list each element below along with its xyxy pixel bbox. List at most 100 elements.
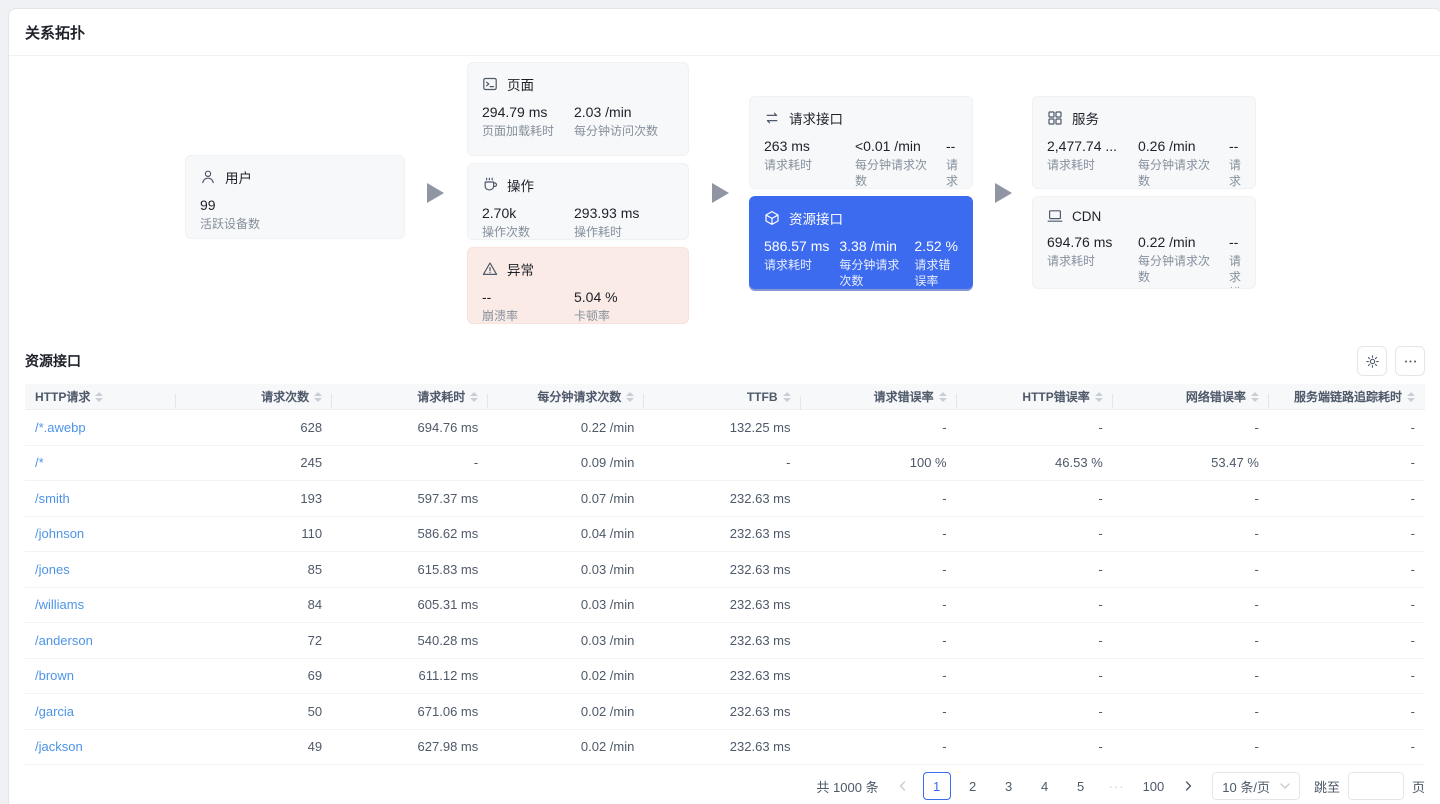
topology-graph: 用户 99 活跃设备数 页面 294.79 ms 页面加载耗时 2.03 /mi…: [9, 56, 1440, 338]
page-number-4[interactable]: 4: [1031, 772, 1059, 800]
column-header-4[interactable]: 每分钟请求次数: [488, 388, 645, 408]
page-unit-label: 页: [1411, 779, 1425, 795]
table-cell: 85: [307, 561, 323, 577]
page-number-3[interactable]: 3: [995, 772, 1023, 800]
http-request-link[interactable]: /anderson: [35, 633, 93, 648]
metric-value: --: [945, 138, 956, 154]
sort-icon: [314, 391, 323, 402]
table-cell: 53.47 %: [1211, 455, 1259, 471]
table-cell: -: [1098, 739, 1103, 755]
http-request-link[interactable]: /jones: [35, 562, 70, 577]
metric-value: <0.01 /min: [854, 138, 921, 154]
column-header-9[interactable]: 服务端链路追踪耗时: [1269, 388, 1425, 405]
page-number-2[interactable]: 2: [959, 772, 987, 800]
table-cell: -: [1410, 668, 1415, 684]
table-cell: -: [1098, 561, 1103, 577]
sort-icon: [1094, 391, 1103, 402]
node-title: 服务: [1072, 112, 1099, 127]
metric: 263 ms 请求耗时: [764, 137, 845, 188]
http-request-link[interactable]: /williams: [35, 597, 84, 612]
terminal-window-icon: [482, 76, 498, 92]
topology-node-cdn[interactable]: CDN 694.76 ms 请求耗时 0.22 /min 每分钟请求次数 -- …: [1032, 196, 1256, 289]
metric-label: 每分钟请求次数: [1137, 254, 1210, 284]
http-request-link[interactable]: /johnson: [35, 526, 84, 541]
jump-page-input[interactable]: [1347, 772, 1404, 800]
metric-label: 请求错误率: [914, 258, 951, 288]
http-request-link[interactable]: /garcia: [35, 704, 74, 719]
pagination-next-button[interactable]: [1176, 772, 1200, 800]
table-cell: 586.62 ms: [417, 526, 479, 542]
metric-label: 每分钟请求次数: [839, 258, 900, 288]
metric-value: 99: [200, 197, 216, 213]
pagination-prev-button[interactable]: [891, 772, 915, 800]
http-request-link[interactable]: /smith: [35, 491, 70, 506]
metric-label: 崩溃率: [482, 309, 519, 323]
topology-node-action[interactable]: 操作 2.70k 操作次数 293.93 ms 操作耗时: [467, 163, 689, 240]
column-label: 服务端链路追踪耗时: [1293, 390, 1402, 404]
page-title: 关系拓扑: [25, 24, 86, 42]
topology-node-user[interactable]: 用户 99 活跃设备数: [185, 155, 405, 239]
table-cell: 0.09 /min: [580, 455, 635, 471]
topology-node-resource-api[interactable]: 资源接口 586.57 ms 请求耗时 3.38 /min 每分钟请求次数 2.…: [749, 196, 973, 289]
table-cell: 0.22 /min: [580, 419, 635, 435]
table-cell: 627.98 ms: [417, 739, 479, 755]
column-label: 每分钟请求次数: [537, 390, 622, 404]
http-request-link[interactable]: /*.awebp: [35, 420, 86, 435]
topology-node-exception[interactable]: 异常 -- 崩溃率 5.04 % 卡顿率: [467, 247, 689, 324]
flow-arrow-icon: [995, 183, 1012, 203]
column-label: TTFB: [746, 389, 778, 404]
table-cell: -: [1098, 632, 1103, 648]
table-row: /smith 193 597.37 ms 0.07 /min 232.63 ms - - - -: [25, 481, 1425, 517]
table-cell: 69: [307, 668, 323, 684]
table-cell: -: [1410, 490, 1415, 506]
http-request-link[interactable]: /*: [35, 455, 44, 470]
table-cell: -: [1410, 419, 1415, 435]
table-row: /anderson 72 540.28 ms 0.03 /min 232.63 ms - -…: [25, 623, 1425, 659]
column-header-2[interactable]: 请求次数: [176, 388, 333, 408]
chevron-down-icon: [1280, 783, 1290, 789]
metric: 0.26 /min 每分钟请求次数: [1137, 137, 1219, 188]
column-header-1[interactable]: HTTP请求: [25, 388, 176, 408]
page-number-1[interactable]: 1: [922, 772, 951, 800]
panel-header: 关系拓扑: [9, 9, 1440, 56]
sort-icon: [626, 391, 635, 402]
http-request-link[interactable]: /jackson: [35, 739, 83, 754]
table-cell: 671.06 ms: [417, 703, 479, 719]
table-cell: -: [1254, 668, 1259, 684]
table-cell: -: [942, 490, 947, 506]
column-label: 请求次数: [261, 390, 310, 404]
http-request-link[interactable]: /brown: [35, 668, 74, 683]
table-cell: 232.63 ms: [729, 739, 791, 755]
table-row: /brown 69 611.12 ms 0.02 /min 232.63 ms - - - -: [25, 659, 1425, 694]
table-cell: 0.02 /min: [580, 668, 635, 684]
table-settings-button[interactable]: [1357, 346, 1387, 376]
table-cell: 132.25 ms: [729, 419, 791, 435]
metric-value: 3.38 /min: [839, 238, 897, 254]
total-count-label: 共 1000 条: [816, 779, 879, 795]
table-body: /*.awebp 628 694.76 ms 0.22 /min 132.25 ms - -…: [25, 410, 1425, 765]
page-size-select[interactable]: 10 条/页: [1212, 772, 1300, 800]
table-cell: -: [1254, 597, 1259, 613]
table-cell: -: [1410, 632, 1415, 648]
metric-value: 694.76 ms: [1047, 234, 1113, 250]
page-number-100[interactable]: 100: [1139, 772, 1169, 800]
metric-value: 0.22 /min: [1137, 234, 1196, 250]
column-header-5[interactable]: TTFB: [644, 389, 801, 410]
metric-value: 263 ms: [764, 138, 810, 154]
table-cell: 694.76 ms: [417, 419, 479, 435]
user-icon: [200, 169, 216, 185]
http-request-cell: /anderson: [25, 633, 176, 648]
more-actions-button[interactable]: [1395, 346, 1425, 376]
page-number-5[interactable]: 5: [1067, 772, 1095, 800]
metric-label: 每分钟请求次数: [1137, 158, 1210, 188]
metric: 3.38 /min 每分钟请求次数: [839, 237, 904, 288]
topology-node-service[interactable]: 服务 2,477.74 ... 请求耗时 0.26 /min 每分钟请求次数 -…: [1032, 96, 1256, 189]
column-header-8[interactable]: 网络错误率: [1113, 388, 1270, 408]
column-header-7[interactable]: HTTP错误率: [957, 388, 1113, 408]
column-header-6[interactable]: 请求错误率: [801, 388, 957, 408]
column-label: HTTP请求: [35, 390, 91, 404]
pagination-ellipsis: ···: [1108, 778, 1125, 794]
topology-node-request-api[interactable]: 请求接口 263 ms 请求耗时 <0.01 /min 每分钟请求次数 -- 请…: [749, 96, 973, 189]
column-header-3[interactable]: 请求耗时: [332, 388, 489, 408]
topology-node-page[interactable]: 页面 294.79 ms 页面加载耗时 2.03 /min 每分钟访问次数: [467, 62, 689, 156]
